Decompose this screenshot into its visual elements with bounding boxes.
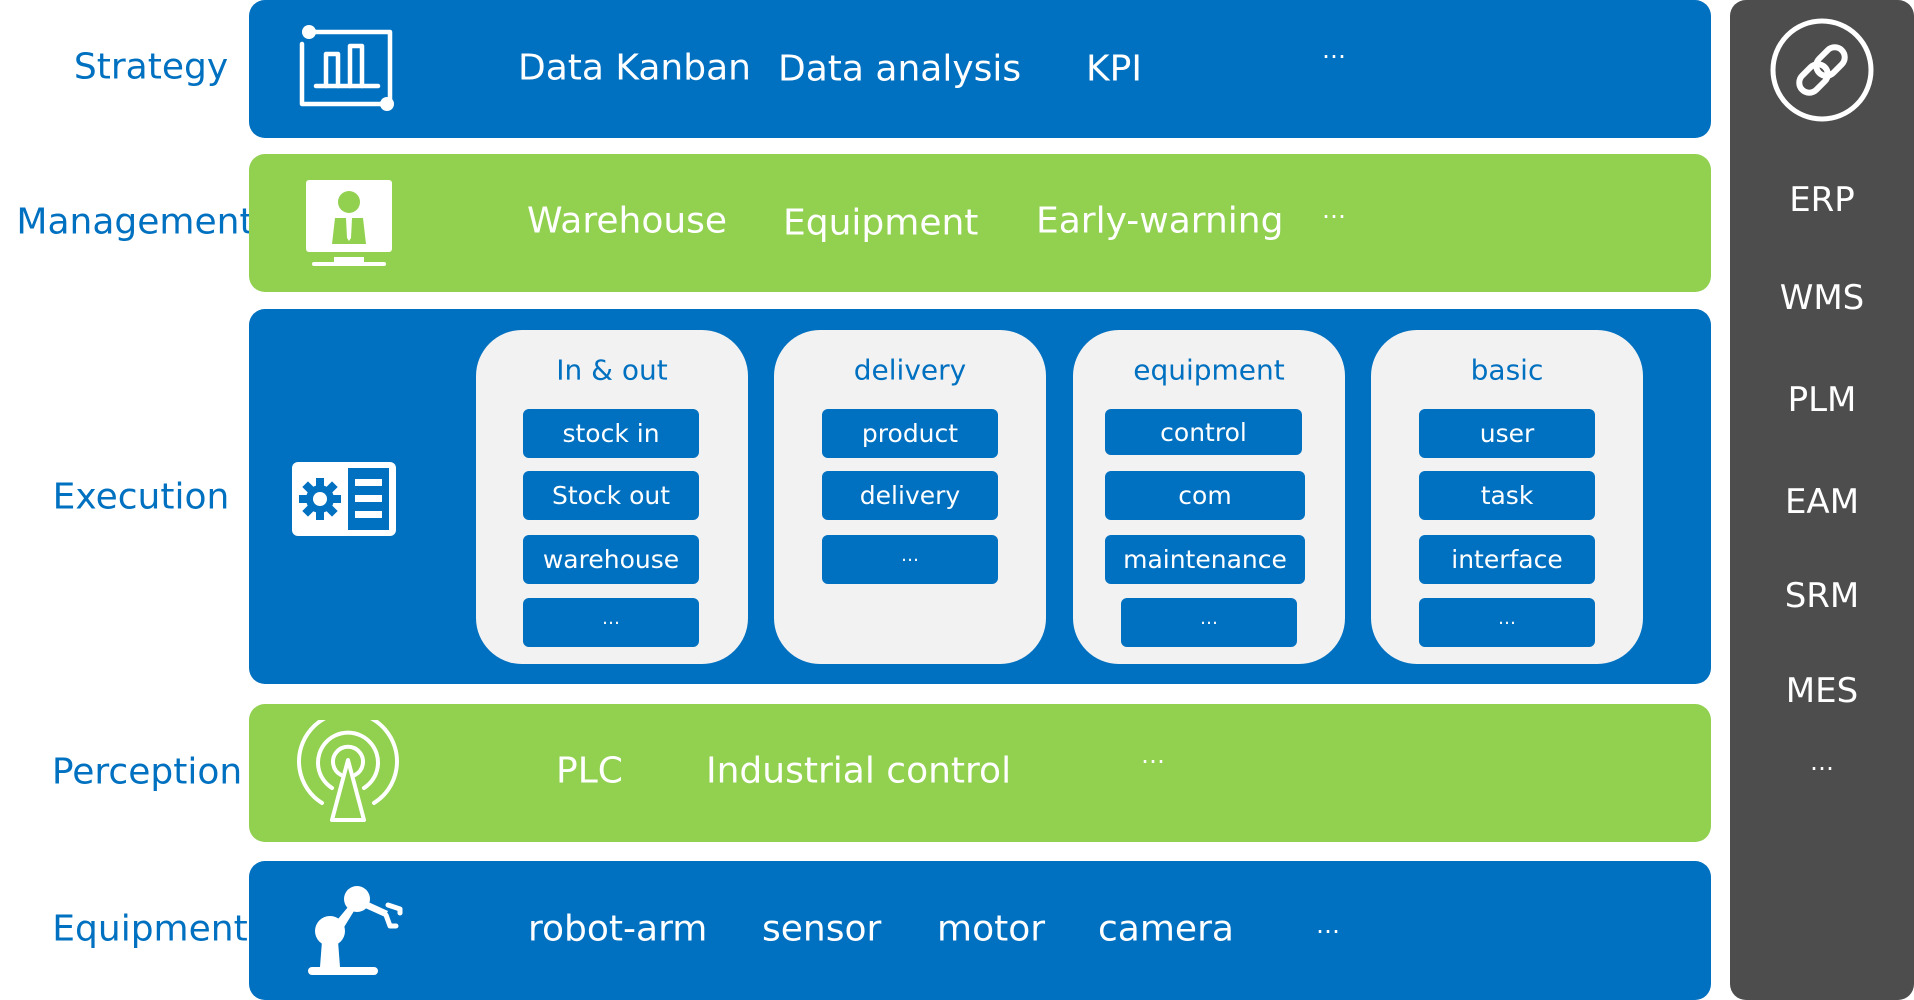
system-item-plm[interactable]: PLM [1730, 380, 1914, 420]
card-title: basic [1470, 353, 1544, 387]
strategy-item: KPI [1086, 48, 1142, 90]
layer-label-execution: Execution [52, 476, 230, 518]
layer-label-equipment: Equipment [52, 908, 248, 950]
system-item-erp[interactable]: ERP [1730, 180, 1914, 220]
perception-more: … [1141, 741, 1166, 769]
module-button-interface[interactable]: interface [1419, 535, 1595, 584]
signal-tower-icon [297, 720, 399, 822]
module-button-stock-out[interactable]: Stock out [523, 471, 699, 520]
layer-label-management: Management [16, 201, 254, 243]
integration-side-panel: ERP WMS PLM EAM SRM MES … [1730, 0, 1914, 1000]
execution-card-basic: basic user task interface … [1371, 330, 1643, 664]
strategy-item: Data analysis [778, 48, 1022, 90]
robot-arm-icon [308, 886, 403, 975]
equipment-item: motor [937, 908, 1046, 950]
strategy-more: … [1322, 36, 1347, 64]
module-button-stock-in[interactable]: stock in [523, 409, 699, 458]
module-button-maintenance[interactable]: maintenance [1105, 535, 1305, 584]
strategy-item: Data Kanban [518, 47, 751, 89]
module-button-task[interactable]: task [1419, 471, 1595, 520]
module-button-more[interactable]: … [1419, 598, 1595, 647]
gear-list-icon [292, 462, 396, 536]
module-button-delivery[interactable]: delivery [822, 471, 998, 520]
system-item-eam[interactable]: EAM [1730, 482, 1914, 522]
management-item: Equipment [783, 202, 979, 244]
card-title: equipment [1133, 353, 1285, 387]
execution-card-delivery: delivery product delivery … [774, 330, 1046, 664]
module-button-more[interactable]: … [1121, 598, 1297, 647]
perception-item: PLC [556, 750, 623, 792]
equipment-more: … [1316, 911, 1341, 939]
manager-monitor-icon [306, 180, 392, 266]
system-item-mes[interactable]: MES [1730, 671, 1914, 711]
management-more: … [1322, 196, 1347, 224]
module-button-more[interactable]: … [822, 535, 998, 584]
system-item-wms[interactable]: WMS [1730, 278, 1914, 318]
card-title: delivery [853, 353, 967, 387]
equipment-item: camera [1098, 908, 1234, 950]
layer-label-strategy: Strategy [73, 46, 229, 88]
module-button-user[interactable]: user [1419, 409, 1595, 458]
module-button-warehouse[interactable]: warehouse [523, 535, 699, 584]
module-button-product[interactable]: product [822, 409, 998, 458]
management-item: Warehouse [527, 200, 728, 242]
perception-item: Industrial control [706, 750, 1012, 792]
equipment-item: robot-arm [528, 908, 708, 950]
management-item: Early-warning [1036, 200, 1284, 242]
module-button-more[interactable]: … [523, 598, 699, 647]
system-item-more: … [1810, 748, 1834, 776]
execution-card-equipment: equipment control com maintenance … [1073, 330, 1345, 664]
equipment-item: sensor [762, 908, 882, 950]
module-button-com[interactable]: com [1105, 471, 1305, 520]
module-button-control[interactable]: control [1105, 409, 1302, 455]
link-icon [1770, 18, 1874, 122]
system-item-srm[interactable]: SRM [1730, 576, 1914, 616]
chart-board-icon [299, 25, 394, 111]
execution-card-in-out: In & out stock in Stock out warehouse … [476, 330, 748, 664]
layer-label-perception: Perception [51, 751, 243, 793]
card-title: In & out [556, 353, 668, 387]
management-layer-bar [249, 154, 1711, 292]
